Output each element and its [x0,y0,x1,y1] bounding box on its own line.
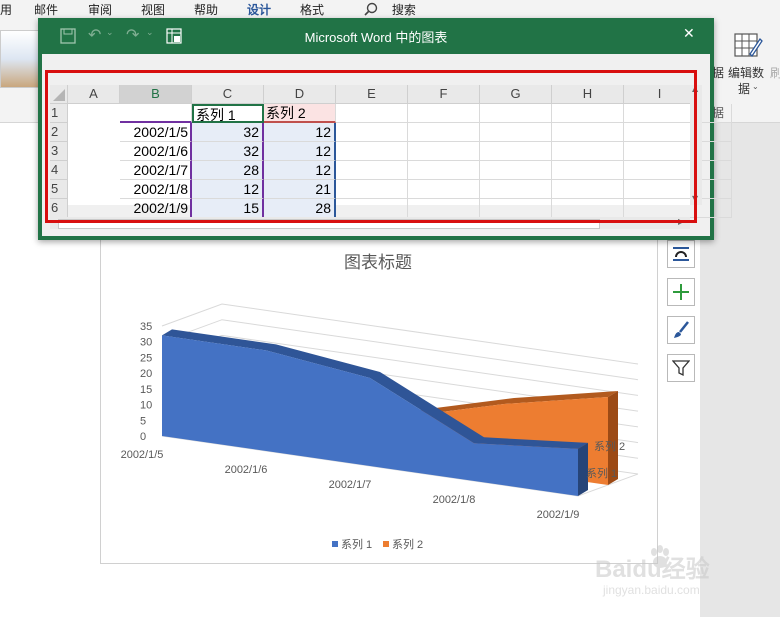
y-tick-label: 0 [140,431,146,443]
chevron-down-icon: ⌄ [752,82,759,91]
depth-label-series-1: 系列 1 [586,466,617,480]
x-tick-label: 2002/1/5 [121,449,164,461]
highlight-rectangle [45,70,697,223]
legend-swatch-series-1 [332,541,338,547]
close-icon[interactable]: ✕ [683,26,695,42]
legend-label-series-2: 系列 2 [392,537,423,551]
chart-styles-button[interactable] [667,316,695,344]
search-icon [364,2,378,16]
area-chart-3d[interactable]: 图表标题 0 5 10 15 20 25 30 35 2002/1/5 2002/1/6 2002/… [100,238,656,562]
y-tick-label: 30 [140,337,152,349]
chart-title[interactable]: 图表标题 [344,253,412,272]
x-tick-label: 2002/1/6 [225,464,268,476]
x-tick-label: 2002/1/8 [433,494,476,506]
y-tick-label: 5 [140,415,146,427]
ribbon-tab-bar: 用 邮件 审阅 视图 帮助 设计 格式 搜索 [0,0,780,18]
legend-label-series-1: 系列 1 [341,537,372,551]
y-tick-label: 10 [140,400,152,412]
tab-references-fragment[interactable]: 用 [0,1,12,18]
tab-design[interactable]: 设计 [247,1,271,18]
y-tick-label: 15 [140,384,152,396]
tab-mailings[interactable]: 邮件 [34,1,58,18]
excel-title-bar[interactable]: ↶ ⌄ ↷ ⌄ Microsoft Word 中的图表 ✕ [38,18,714,54]
search-box[interactable]: 搜索 [364,1,416,18]
edit-data-icon [734,33,763,58]
edit-data-label-line2: 据 [738,82,751,96]
depth-label-series-2: 系列 2 [594,439,625,453]
layout-options-icon [673,247,689,261]
tab-help[interactable]: 帮助 [194,1,218,18]
side-text-right: 刷 [770,66,780,80]
watermark-url: jingyan.baidu.com [603,583,700,597]
legend-swatch-series-2 [383,541,389,547]
y-tick-label: 35 [140,321,152,333]
tab-review[interactable]: 审阅 [88,1,112,18]
watermark: Baidu经验 jingyan.baidu.com [595,543,775,603]
filter-icon [672,360,690,377]
chart-elements-button[interactable] [667,278,695,306]
edit-data-label-line1: 编辑数 [728,66,765,80]
paintbrush-icon [674,321,689,338]
layout-options-button[interactable] [667,240,695,268]
chart-style-thumbnail[interactable] [0,30,42,88]
chart-filters-button[interactable] [667,354,695,382]
plus-icon [673,284,689,300]
excel-window-title: Microsoft Word 中的图表 [304,30,448,45]
chart-legend[interactable]: 系列 1 系列 2 [332,537,423,551]
x-tick-label: 2002/1/9 [537,509,580,521]
search-label: 搜索 [391,3,416,17]
watermark-brand: Baidu经验 [595,556,710,583]
x-tick-label: 2002/1/7 [329,479,372,491]
y-tick-label: 25 [140,352,152,364]
tab-format[interactable]: 格式 [300,1,324,18]
y-tick-label: 20 [140,368,152,380]
tab-view[interactable]: 视图 [141,1,165,18]
edit-data-button[interactable]: 编辑数 据 ⌄ [728,30,766,98]
